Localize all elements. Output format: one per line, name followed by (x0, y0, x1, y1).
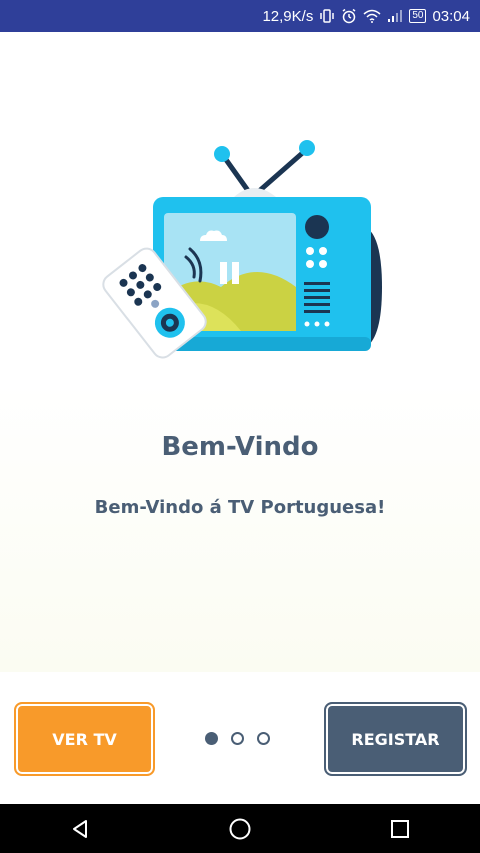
signal-icon (387, 9, 403, 23)
welcome-subtitle: Bem-Vindo á TV Portuguesa! (94, 497, 386, 518)
battery-icon: 50 (409, 9, 427, 23)
recents-icon[interactable] (370, 804, 430, 853)
back-icon[interactable] (50, 804, 110, 853)
register-button[interactable]: REGISTAR (324, 702, 467, 776)
status-bar: 12,9K/s 50 03:04 (0, 0, 480, 32)
watch-tv-button[interactable]: VER TV (14, 702, 155, 776)
vibrate-icon (319, 8, 335, 24)
home-icon[interactable] (210, 804, 270, 853)
page-dot-2[interactable] (231, 732, 244, 745)
page-dot-1[interactable] (205, 732, 218, 745)
net-speed: 12,9K/s (262, 7, 314, 25)
tv-with-remote-illustration (96, 137, 386, 371)
page-indicator (205, 732, 270, 745)
wifi-icon (363, 8, 381, 24)
welcome-title: Bem-Vindo (161, 432, 319, 462)
navigation-bar (0, 804, 480, 853)
welcome-screen: Bem-Vindo Bem-Vindo á TV Portuguesa! (0, 32, 480, 672)
alarm-icon (341, 8, 357, 24)
bottom-action-bar: VER TV REGISTAR (0, 672, 480, 804)
clock: 03:04 (432, 7, 470, 25)
page-dot-3[interactable] (257, 732, 270, 745)
